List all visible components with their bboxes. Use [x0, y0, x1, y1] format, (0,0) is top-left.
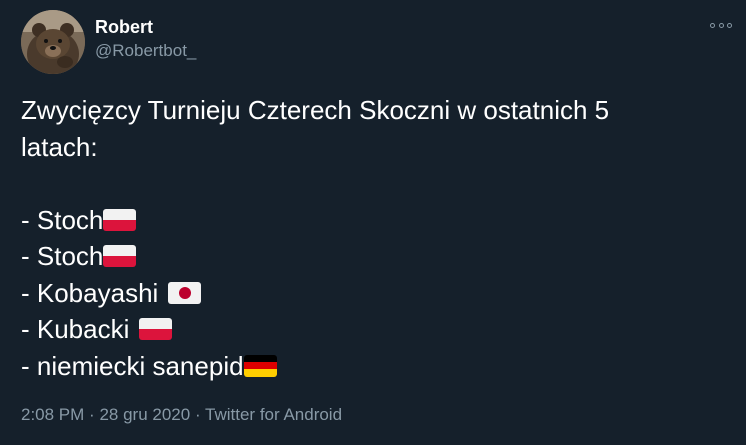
tweet-source-link[interactable]: Twitter for Android: [205, 405, 342, 424]
meta-separator: ·: [194, 405, 201, 424]
author-block: Robert @Robertbot_: [95, 16, 196, 62]
tweet-timestamp-date[interactable]: 28 gru 2020: [99, 405, 190, 424]
poland-flag-icon: [139, 318, 173, 341]
more-options-button[interactable]: [710, 16, 732, 34]
author-handle[interactable]: @Robertbot_: [95, 40, 196, 62]
list-item: - niemiecki sanepid: [21, 348, 721, 385]
meta-separator: ·: [89, 405, 95, 424]
list-item: - Kobayashi: [21, 275, 721, 312]
poland-flag-icon: [103, 208, 137, 231]
list-item: - Stoch: [21, 238, 721, 275]
tweet-card: Robert @Robertbot_ Zwycięzcy Turnieju Cz…: [0, 0, 746, 445]
more-dots-icon: [718, 22, 724, 28]
list-item-label: - Kobayashi: [21, 277, 159, 308]
list-item: - Kubacki: [21, 311, 721, 348]
bear-avatar-icon: [21, 10, 85, 74]
list-item-label: - Stoch: [21, 204, 104, 235]
germany-flag-icon: [243, 354, 277, 377]
list-item: - Stoch: [21, 202, 721, 239]
poland-flag-icon: [103, 245, 137, 268]
avatar[interactable]: [21, 10, 85, 74]
list-item-label: - niemiecki sanepid: [21, 350, 244, 381]
more-dots-icon: [710, 22, 715, 28]
tweet-meta: 2:08 PM · 28 gru 2020 · Twitter for Andr…: [21, 405, 342, 425]
japan-flag-icon: [168, 281, 202, 304]
list-item-label: - Kubacki: [21, 314, 130, 344]
tweet-timestamp-time[interactable]: 2:08 PM: [21, 405, 84, 424]
tweet-heading-line: Zwycięzcy Turnieju Czterech Skoczni w os…: [21, 95, 610, 125]
more-dots-icon: [727, 22, 732, 28]
tweet-text: Zwycięzcy Turnieju Czterech Skoczni w os…: [21, 92, 721, 384]
list-item-label: - Stoch: [21, 241, 104, 271]
tweet-heading-line: latach:: [21, 131, 98, 162]
author-display-name[interactable]: Robert: [95, 16, 196, 38]
